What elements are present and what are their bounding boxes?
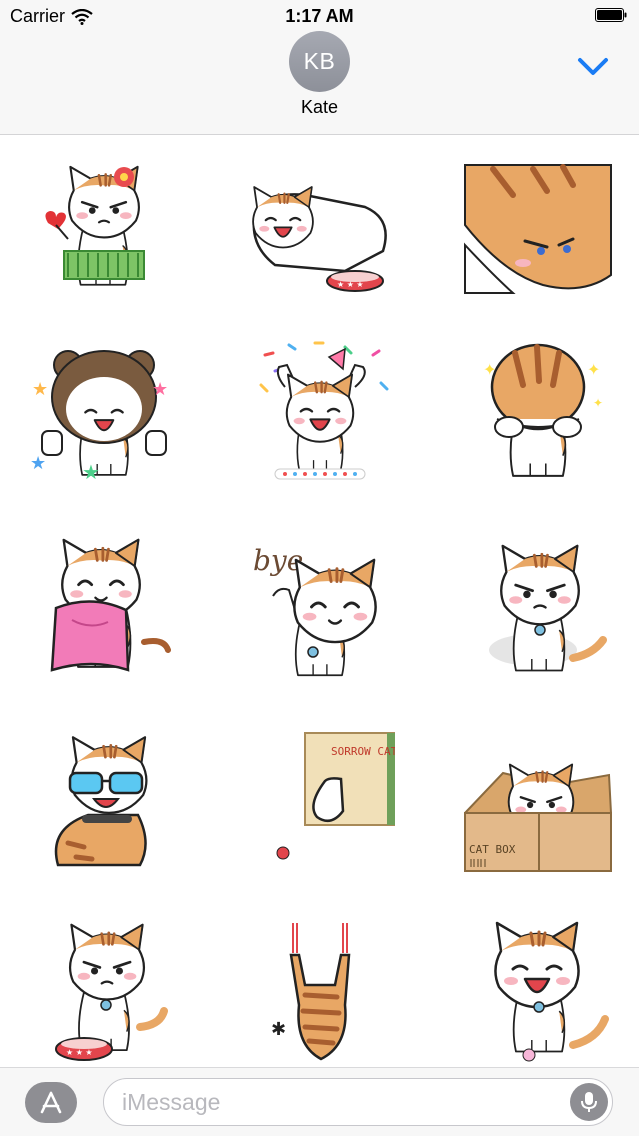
sticker-box-paw-cat[interactable]: SORROW CAT xyxy=(245,725,395,875)
messages-app-screen: KB Kate Carrier 1:17 AM ★ ★ ★ ★ ★ ★ ★ ✦ … xyxy=(0,0,639,1136)
microphone-icon xyxy=(581,1092,597,1112)
sticker-cat-bowl[interactable]: ★ ★ ★ xyxy=(28,915,178,1065)
sticker-bear-hat-cat[interactable]: ★ ★ ★ ★ xyxy=(28,335,178,485)
sticker-peeking-cat[interactable] xyxy=(463,155,613,305)
message-field[interactable] xyxy=(103,1078,613,1126)
sticker-grid: ★ ★ ★ ★ ★ ★ ★ ✦ ✦ ✦ bye SORROW CAT CAT B… xyxy=(0,135,639,1067)
contact-name[interactable]: Kate xyxy=(0,97,639,118)
svg-text:★: ★ xyxy=(32,379,48,400)
contact-avatar[interactable]: KB xyxy=(289,31,350,92)
message-input[interactable] xyxy=(122,1087,542,1117)
sticker-sunglasses-cat[interactable] xyxy=(28,725,178,875)
sticker-grumpy-cat[interactable] xyxy=(463,530,613,680)
microphone-button[interactable] xyxy=(570,1083,608,1121)
sorrow-cat-label: SORROW CAT xyxy=(331,745,395,758)
message-input-bar xyxy=(0,1067,639,1136)
svg-text:★ ★ ★: ★ ★ ★ xyxy=(66,1048,93,1057)
sticker-yawning-cat[interactable] xyxy=(463,915,613,1065)
sticker-hungry-cat-bowl[interactable]: ★ ★ ★ xyxy=(245,155,395,305)
svg-text:✱: ✱ xyxy=(271,1019,286,1040)
sticker-pillow-cat[interactable] xyxy=(28,530,178,680)
battery-icon xyxy=(595,8,627,22)
svg-text:★: ★ xyxy=(30,453,46,474)
cat-box-label: CAT BOX xyxy=(469,843,516,856)
sticker-bye-cat[interactable]: bye xyxy=(245,530,395,680)
sticker-cat-box[interactable]: CAT BOX xyxy=(463,725,613,875)
svg-text:★: ★ xyxy=(152,379,168,400)
sticker-hula-cat[interactable] xyxy=(28,155,178,305)
svg-text:✦: ✦ xyxy=(593,396,603,410)
status-bar: Carrier 1:17 AM xyxy=(0,0,639,34)
svg-text:✦: ✦ xyxy=(483,360,496,379)
chevron-down-icon xyxy=(578,58,608,75)
app-store-button[interactable] xyxy=(25,1082,77,1123)
avatar-initials: KB xyxy=(303,48,336,74)
app-store-icon xyxy=(40,1091,62,1113)
sticker-shy-cat[interactable]: ✦ ✦ ✦ xyxy=(463,335,613,485)
sticker-party-cat[interactable] xyxy=(245,335,395,485)
svg-text:✦: ✦ xyxy=(587,360,600,379)
sticker-hanging-cat[interactable]: ✱ xyxy=(245,915,395,1065)
svg-text:★: ★ xyxy=(82,460,100,484)
svg-text:★ ★ ★: ★ ★ ★ xyxy=(337,280,364,289)
status-time: 1:17 AM xyxy=(285,6,354,26)
collapse-button[interactable] xyxy=(574,51,612,81)
